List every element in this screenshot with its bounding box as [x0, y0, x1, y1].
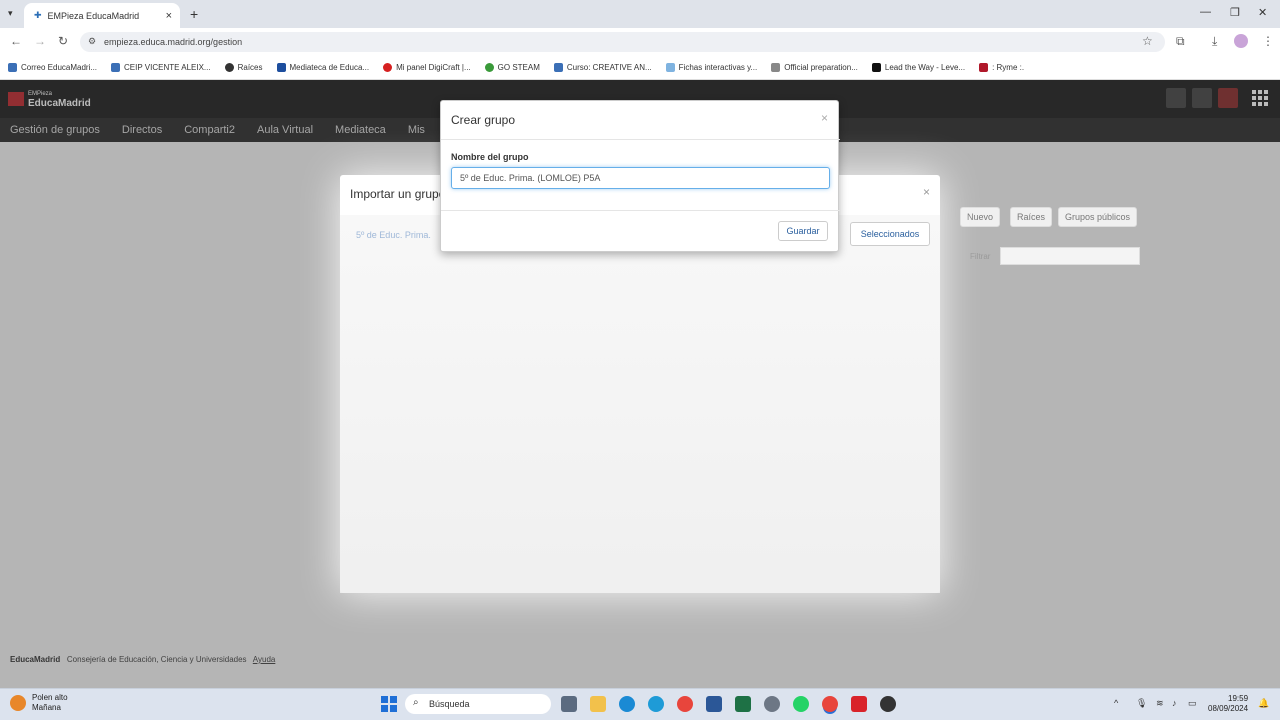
code-icon	[771, 63, 781, 72]
save-button[interactable]: Guardar	[778, 221, 828, 241]
create-group-modal: Crear grupo × Nombre del grupo Guardar	[440, 100, 840, 252]
modal-title: Crear grupo	[451, 113, 516, 127]
bookmark-item[interactable]: : Ryme :.	[979, 63, 1024, 72]
modal-divider	[441, 210, 840, 211]
taskbar	[0, 688, 1280, 720]
new-button[interactable]: Nuevo	[960, 207, 1001, 227]
school-icon	[111, 63, 121, 72]
battery-icon[interactable]: ▭	[1188, 698, 1197, 709]
excel-icon[interactable]	[735, 696, 751, 712]
weather-title: Polen alto	[32, 693, 68, 702]
group-name-label: Nombre del grupo	[451, 152, 529, 162]
taskbar-search[interactable]: Búsqueda	[405, 694, 551, 714]
system-clock[interactable]: 19:59 08/09/2024	[1208, 694, 1248, 714]
bookmarks-bar: Correo EducaMadri... CEIP VICENTE ALEIX.…	[0, 56, 1280, 80]
new-tab-icon[interactable]: +	[190, 6, 198, 22]
worksheet-icon	[665, 63, 675, 72]
raices-button[interactable]: Raíces	[1010, 207, 1053, 227]
google-icon	[484, 63, 494, 72]
task-view-icon[interactable]	[561, 696, 577, 712]
digicraft-icon	[383, 63, 393, 72]
bookmark-item[interactable]: Official preparation...	[771, 63, 858, 72]
filter-input[interactable]	[1000, 247, 1140, 265]
bookmark-item[interactable]: Mediateca de Educa...	[276, 63, 369, 72]
microphone-icon[interactable]: 🎙	[1136, 698, 1147, 709]
group-name-preview: 5º de Educ. Prima.	[356, 230, 431, 240]
bookmark-star-icon[interactable]: ☆	[1142, 34, 1153, 48]
acrobat-icon[interactable]	[851, 696, 867, 712]
puzzle-favicon-icon: ✚	[34, 10, 42, 20]
chrome-icon[interactable]	[677, 696, 693, 712]
browser-tab[interactable]: ✚ EMPieza EducaMadrid ×	[24, 3, 180, 28]
import-modal-body	[340, 215, 940, 593]
globe-icon	[224, 63, 234, 72]
bookmark-item[interactable]: Mi panel DigiCraft |...	[383, 63, 471, 72]
wifi-icon[interactable]: ≋	[1156, 698, 1164, 709]
modal-close-icon[interactable]: ×	[821, 111, 828, 125]
pollen-icon	[10, 695, 26, 711]
filter-label: Filtrar	[970, 252, 991, 261]
address-bar[interactable]: empieza.educa.madrid.org/gestion	[80, 32, 1165, 52]
lead-icon	[871, 63, 881, 72]
clock-time: 19:59	[1228, 694, 1249, 703]
reload-icon[interactable]: ↻	[58, 34, 68, 48]
tab-close-icon[interactable]: ×	[166, 10, 172, 22]
import-modal-title: Importar un grupo	[350, 187, 446, 201]
search-placeholder: Búsqueda	[429, 699, 470, 709]
chrome-active-icon[interactable]	[822, 696, 838, 712]
group-name-input[interactable]	[451, 167, 830, 189]
import-modal-close-icon[interactable]: ×	[923, 185, 930, 199]
site-info-icon[interactable]: ⚙	[88, 36, 96, 47]
chatgpt-icon[interactable]	[880, 696, 896, 712]
modal-divider	[441, 139, 840, 140]
weather-widget[interactable]: Polen alto Mañana	[10, 693, 68, 713]
window-close-icon[interactable]: ✕	[1258, 6, 1267, 19]
mail-icon	[8, 63, 17, 72]
bookmark-item[interactable]: Curso: CREATIVE AN...	[553, 63, 652, 72]
selected-button[interactable]: Seleccionados	[850, 222, 930, 246]
forward-icon[interactable]: →	[34, 34, 46, 48]
app-icon[interactable]	[648, 696, 664, 712]
bookmark-item[interactable]: CEIP VICENTE ALEIX...	[111, 63, 211, 72]
bookmark-item[interactable]: GO STEAM	[484, 63, 540, 72]
bookmark-item[interactable]: Correo EducaMadri...	[8, 63, 97, 72]
file-explorer-icon[interactable]	[590, 696, 606, 712]
tab-title: EMPieza EducaMadrid	[47, 10, 140, 21]
weather-subtitle: Mañana	[32, 703, 61, 712]
tray-chevron-icon[interactable]: ^	[1114, 698, 1118, 708]
browser-menu-icon[interactable]: ⋮	[1262, 34, 1274, 48]
ryme-icon	[979, 63, 989, 72]
notification-icon[interactable]: 🔔	[1258, 698, 1269, 709]
minimize-icon[interactable]: —	[1200, 6, 1211, 18]
tab-list-chevron-icon[interactable]: ▾	[8, 8, 13, 19]
windows-start-icon[interactable]	[381, 696, 397, 712]
clock-date: 08/09/2024	[1208, 704, 1249, 713]
profile-avatar[interactable]	[1234, 34, 1248, 48]
download-icon[interactable]: ⤓	[1212, 34, 1217, 49]
whatsapp-icon[interactable]	[793, 696, 809, 712]
bookmark-item[interactable]: Lead the Way - Leve...	[871, 63, 965, 72]
bookmark-item[interactable]: Raíces	[224, 63, 263, 72]
edge-icon[interactable]	[619, 696, 635, 712]
course-icon	[553, 63, 563, 72]
restore-icon[interactable]: ❐	[1230, 6, 1240, 19]
word-icon[interactable]	[706, 696, 722, 712]
search-icon: ⌕	[413, 697, 419, 708]
settings-icon[interactable]	[764, 696, 780, 712]
mediateca-icon	[276, 63, 286, 72]
public-groups-button[interactable]: Grupos públicos	[1058, 207, 1138, 227]
volume-icon[interactable]: ♪	[1172, 698, 1177, 708]
url-text: empieza.educa.madrid.org/gestion	[104, 37, 243, 47]
back-icon[interactable]: ←	[10, 34, 22, 48]
extensions-icon[interactable]: ⧉	[1176, 34, 1185, 49]
bookmark-item[interactable]: Fichas interactivas y...	[665, 63, 757, 72]
